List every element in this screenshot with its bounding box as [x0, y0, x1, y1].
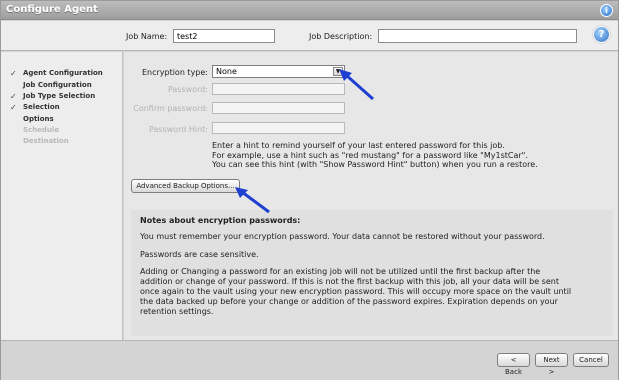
- notes-paragraph-line: retention settings.: [140, 307, 214, 316]
- window-title: Configure Agent: [6, 4, 98, 15]
- check-icon: ✓: [10, 69, 17, 78]
- password-hint-field: [212, 122, 345, 134]
- step-job-type-selection[interactable]: Job Type Selection: [23, 92, 95, 100]
- check-icon: ✓: [10, 103, 17, 112]
- encryption-notes-panel: Notes about encryption passwords: You mu…: [131, 210, 613, 336]
- confirm-password-label: Confirm password:: [133, 104, 208, 113]
- hint-help-line: Enter a hint to remind yourself of your …: [212, 141, 505, 150]
- notes-paragraph-line: addition or change of your password. If …: [140, 277, 559, 286]
- help-icon[interactable]: ?: [593, 26, 610, 43]
- hint-help-line: You can see this hint (with "Show Passwo…: [212, 160, 538, 169]
- step-schedule: Schedule: [23, 126, 60, 134]
- notes-heading: Notes about encryption passwords:: [140, 216, 301, 225]
- hint-help-line: For example, use a hint such as "red mus…: [212, 150, 528, 160]
- password-label: Password:: [167, 85, 208, 94]
- info-icon[interactable]: i: [600, 4, 613, 17]
- back-button[interactable]: < Back: [497, 353, 530, 376]
- check-icon: ✓: [10, 92, 17, 101]
- configure-agent-window: Configure Agent i Job Name: Job Descript…: [0, 0, 619, 380]
- footer-bar: < Back Next > Cancel: [1, 340, 618, 380]
- step-agent-configuration[interactable]: Agent Configuration: [23, 69, 103, 77]
- cancel-button[interactable]: Cancel: [573, 353, 609, 367]
- confirm-password-field: [212, 102, 345, 114]
- encryption-type-label: Encryption type:: [141, 68, 208, 77]
- job-bar: Job Name: Job Description: ?: [1, 21, 618, 51]
- notes-paragraph: You must remember your encryption passwo…: [140, 232, 545, 241]
- job-description-label: Job Description:: [309, 32, 373, 41]
- job-name-label: Job Name:: [126, 32, 168, 41]
- password-hint-label: Password Hint:: [148, 125, 208, 134]
- password-field: [212, 83, 345, 95]
- step-job-configuration[interactable]: Job Configuration: [23, 81, 92, 89]
- notes-paragraph-line: the data backed up before your change or…: [140, 297, 558, 306]
- annotation-arrow-icon: [339, 69, 374, 101]
- step-destination: Destination: [23, 137, 69, 145]
- notes-paragraph: Passwords are case sensitive.: [140, 250, 259, 259]
- encryption-type-select[interactable]: None ▼: [212, 65, 345, 78]
- notes-paragraph-line: Adding or Changing a password for an exi…: [140, 267, 541, 276]
- advanced-backup-options-button[interactable]: Advanced Backup Options...: [131, 179, 240, 193]
- job-description-input[interactable]: [378, 29, 577, 43]
- wizard-steps-sidebar: ✓ Agent Configuration Job Configuration …: [1, 52, 123, 340]
- job-name-input[interactable]: [173, 29, 275, 43]
- step-selection[interactable]: Selection: [23, 103, 60, 111]
- password-hint-help: Enter a hint to remind yourself of your …: [212, 141, 572, 170]
- step-options[interactable]: Options: [23, 115, 54, 123]
- encryption-type-value: None: [216, 67, 237, 76]
- notes-paragraph-line: once again to the vault using your new e…: [140, 287, 572, 296]
- title-bar: Configure Agent i: [1, 1, 618, 20]
- annotation-arrow-icon: [235, 187, 270, 214]
- next-button[interactable]: Next >: [535, 353, 568, 376]
